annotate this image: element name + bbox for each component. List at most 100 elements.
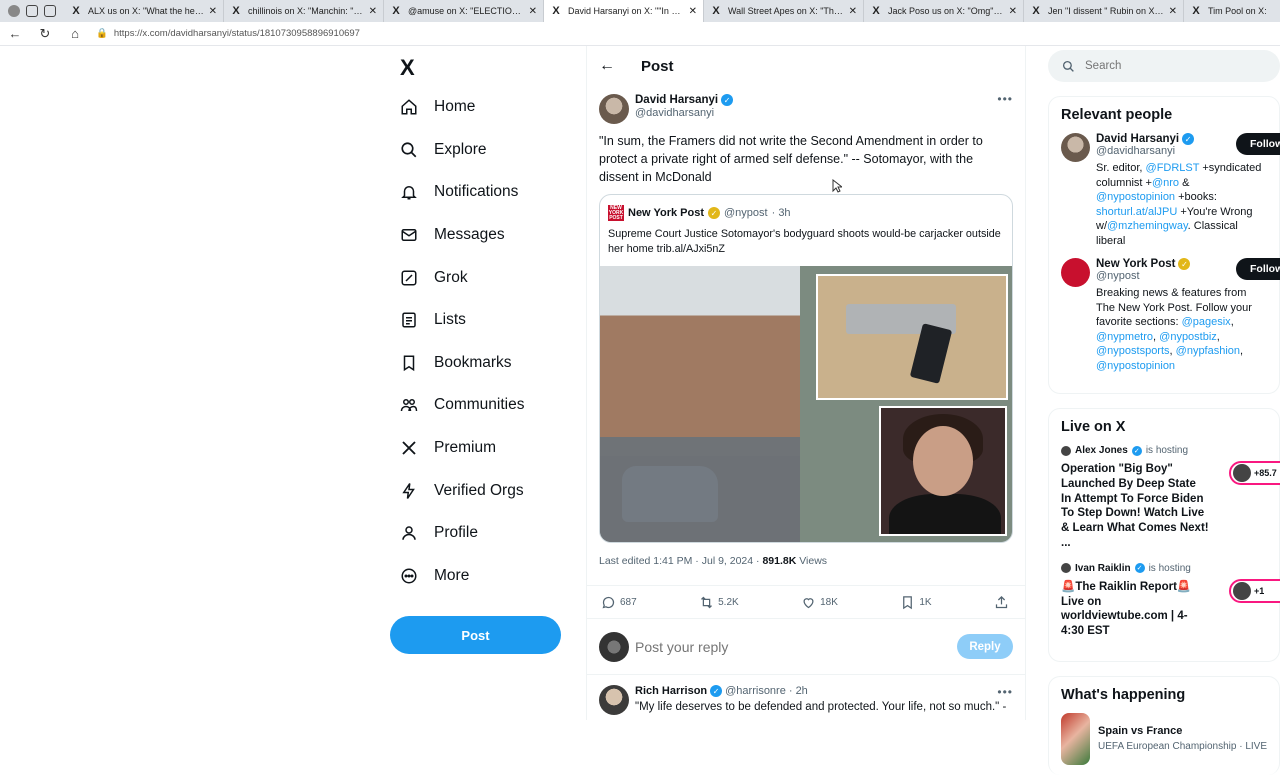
bio-link[interactable]: @nypostopinion <box>1096 360 1175 372</box>
close-tab-icon[interactable]: ✕ <box>1169 6 1177 17</box>
browser-tab[interactable]: XTim Pool on X:✕ <box>1184 0 1280 22</box>
reply-action[interactable]: 687 <box>601 595 637 610</box>
post-button[interactable]: Post <box>390 616 561 654</box>
browser-tab[interactable]: X ALX us on X: "What the hell... htt ✕ <box>64 0 224 22</box>
bio-text: , <box>1230 316 1234 328</box>
nav-item-explore[interactable]: Explore <box>390 129 580 172</box>
car-photo <box>622 466 718 522</box>
person-bio: Breaking news & features from The New Yo… <box>1096 286 1267 373</box>
browser-tab[interactable]: X Wall Street Apes on X: "Things A ✕ <box>704 0 864 22</box>
relevant-people-title: Relevant people <box>1061 107 1173 123</box>
person-name[interactable]: David Harsanyi <box>1096 133 1179 145</box>
live-space-item[interactable]: Ivan Raiklin ✓ is hosting 🚨The Raiklin Repo… <box>1061 563 1280 639</box>
mouse-cursor-icon <box>832 179 842 193</box>
home-browser-icon[interactable]: ⌂ <box>60 26 90 41</box>
tab-title: Jen "I dissent " Rubin on X: "HOU <box>1048 6 1165 16</box>
browser-tab[interactable]: X David Harsanyi on X: ""In sum, th ✕ <box>544 0 704 22</box>
reload-icon[interactable]: ↻ <box>30 26 60 42</box>
reply-author-name[interactable]: Rich Harrison <box>635 685 707 697</box>
reply-more-options-icon[interactable]: ••• <box>997 685 1013 699</box>
bio-link[interactable]: @nypostsports <box>1096 345 1170 357</box>
back-icon[interactable]: ← <box>0 26 30 41</box>
live-space-item[interactable]: Alex Jones ✓ is hosting Operation "Big Boy"… <box>1061 445 1280 551</box>
nav-item-grok[interactable]: Grok <box>390 256 580 299</box>
close-tab-icon[interactable]: ✕ <box>849 6 857 17</box>
reply-icon <box>602 596 615 608</box>
nav-item-premium[interactable]: Premium <box>390 427 580 470</box>
nav-item-messages[interactable]: Messages <box>390 214 580 257</box>
person-avatar[interactable] <box>1061 258 1090 287</box>
x-favicon-icon: X <box>232 5 240 17</box>
bio-link[interactable]: @nypfashion <box>1176 345 1240 357</box>
reply-author-handle[interactable]: @harrisonre <box>725 685 786 697</box>
listener-count: +85.7 <box>1254 468 1277 478</box>
nav-item-profile[interactable]: Profile <box>390 512 580 555</box>
like-action[interactable]: 18K <box>801 595 838 610</box>
close-tab-icon[interactable]: ✕ <box>209 6 217 17</box>
person-avatar[interactable] <box>1061 133 1090 162</box>
follow-button[interactable]: Follow <box>1236 133 1280 155</box>
edited-timestamp[interactable]: Last edited 1:41 PM · Jul 9, 2024 · <box>599 555 762 567</box>
browser-tab[interactable]: Xchillinois on X: "Manchin: "If you ✕ <box>224 0 384 22</box>
quoted-post[interactable]: NEW YORK POST New York Post ✓ @nypost · … <box>599 194 1013 543</box>
more-circle-icon <box>400 567 418 585</box>
browser-tab[interactable]: X @amuse on X: "ELECTION INTERF ✕ <box>384 0 544 22</box>
site-info-icon[interactable]: 🔒 <box>96 28 108 39</box>
nav-label: More <box>434 566 470 584</box>
nav-item-notifications[interactable]: Notifications <box>390 171 580 214</box>
more-options-icon[interactable]: ••• <box>997 92 1013 106</box>
workspaces-icon[interactable] <box>26 5 38 17</box>
repost-action[interactable]: 5.2K <box>699 595 739 610</box>
search-box[interactable] <box>1048 50 1280 82</box>
person-name[interactable]: New York Post <box>1096 258 1175 270</box>
bio-text: Sr. editor, <box>1096 162 1146 174</box>
nav-item-home[interactable]: Home <box>390 86 580 129</box>
relevant-person[interactable]: New York Post ✓ @nypost Breaking news & fea… <box>1061 258 1280 373</box>
author-name[interactable]: David Harsanyi <box>635 94 718 106</box>
tab-title: @amuse on X: "ELECTION INTERF <box>408 6 525 16</box>
bio-link[interactable]: @nypostopinion <box>1096 191 1175 203</box>
bookmark-action[interactable]: 1K <box>900 595 932 610</box>
close-tab-icon[interactable]: ✕ <box>689 6 697 17</box>
bio-link[interactable]: @nypostbiz <box>1159 331 1217 343</box>
tab-strip: XALX us on X: "What the hell... htt✕Xchi… <box>64 0 1280 22</box>
bio-link[interactable]: @FDRLST <box>1146 162 1200 174</box>
url-field[interactable]: 🔒 https://x.com/davidharsanyi/status/181… <box>96 28 360 39</box>
listener-badge[interactable]: +85.7 <box>1229 461 1280 485</box>
share-action[interactable] <box>994 595 1009 610</box>
nav-item-bookmarks[interactable]: Bookmarks <box>390 342 580 385</box>
nav-item-communities[interactable]: Communities <box>390 384 580 427</box>
bio-link[interactable]: @nypmetro <box>1096 331 1153 343</box>
follow-button[interactable]: Follow <box>1236 258 1280 280</box>
nav-item-lists[interactable]: Lists <box>390 299 580 342</box>
bio-link[interactable]: @pagesix <box>1182 316 1231 328</box>
author-avatar[interactable] <box>599 94 629 124</box>
profile-icon[interactable] <box>8 5 20 17</box>
back-arrow-icon[interactable]: ← <box>599 57 627 75</box>
current-user-avatar[interactable] <box>599 631 629 662</box>
close-tab-icon[interactable]: ✕ <box>1009 6 1017 17</box>
reply-input[interactable] <box>635 638 957 655</box>
nav-label: Explore <box>434 140 487 158</box>
author-handle[interactable]: @davidharsanyi <box>635 107 733 119</box>
x-logo[interactable]: X <box>390 50 430 86</box>
trend-item[interactable]: Spain vs France UEFA European Championsh… <box>1061 712 1267 765</box>
quote-image[interactable] <box>600 266 1012 542</box>
browser-tab[interactable]: X Jen "I dissent " Rubin on X: "HOU ✕ <box>1024 0 1184 22</box>
bio-link[interactable]: shorturl.at/alJPU <box>1096 206 1177 218</box>
browser-tab[interactable]: X Jack Poso us on X: "Omg" / X ✕ <box>864 0 1024 22</box>
reply-button[interactable]: Reply <box>957 634 1013 659</box>
search-input[interactable] <box>1085 60 1239 72</box>
tab-actions-icon[interactable] <box>44 5 56 17</box>
listener-badge[interactable]: +1 <box>1229 578 1280 603</box>
bio-link[interactable]: @nro <box>1152 177 1179 189</box>
relevant-person[interactable]: David Harsanyi ✓ @davidharsanyi Sr. editor,… <box>1061 133 1280 248</box>
close-tab-icon[interactable]: ✕ <box>369 6 377 17</box>
reply-post[interactable]: Rich Harrison ✓ @harrisonre · 2h "My lif… <box>587 675 1025 720</box>
tab-title: ALX us on X: "What the hell... htt <box>88 6 205 16</box>
close-tab-icon[interactable]: ✕ <box>529 6 537 17</box>
nav-item-more[interactable]: More <box>390 555 580 598</box>
bio-link[interactable]: @mzhemingway <box>1107 220 1188 232</box>
nav-item-verified-orgs[interactable]: Verified Orgs <box>390 469 580 512</box>
reply-author-avatar[interactable] <box>599 685 629 715</box>
